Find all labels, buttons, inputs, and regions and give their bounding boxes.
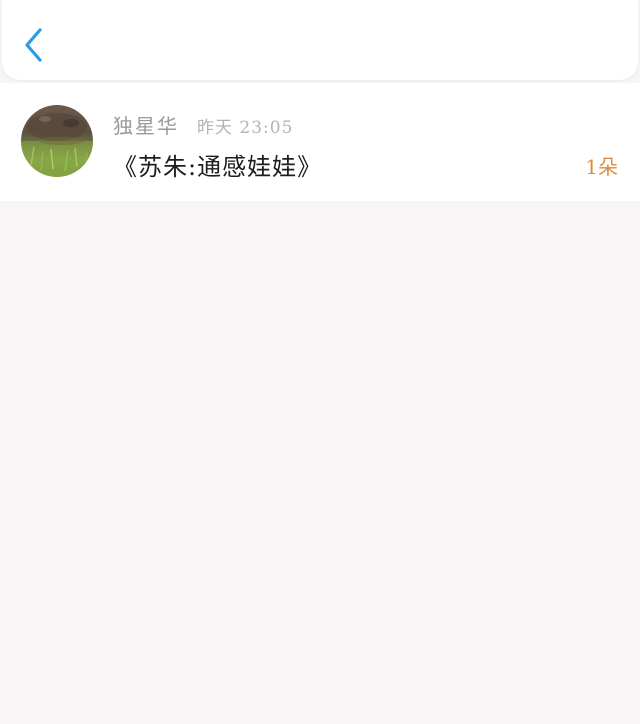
list-item[interactable]: 独星华 昨天 23:05 《苏朱:通感娃娃》 1朵 <box>0 83 640 201</box>
avatar[interactable] <box>21 105 93 177</box>
top-bar <box>2 0 638 80</box>
timestamp: 昨天 23:05 <box>197 118 294 138</box>
chevron-left-icon <box>25 28 42 62</box>
item-meta: 独星华 昨天 23:05 <box>113 110 293 138</box>
flower-count: 1朵 <box>585 155 618 179</box>
avatar-photo <box>21 113 93 177</box>
item-title[interactable]: 《苏朱:通感娃娃》 <box>113 147 322 182</box>
username[interactable]: 独星华 <box>113 110 179 139</box>
back-button[interactable] <box>20 26 50 64</box>
